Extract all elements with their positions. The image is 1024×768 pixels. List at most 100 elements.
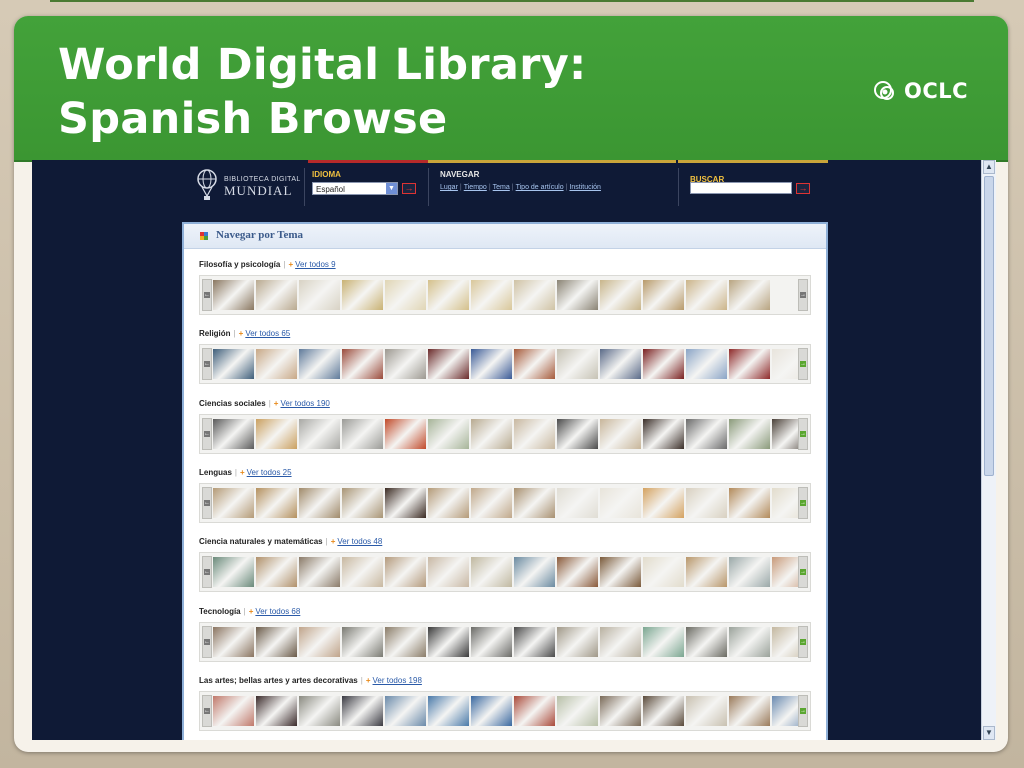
item-thumbnail[interactable] [643, 418, 684, 449]
item-thumbnail[interactable] [256, 280, 297, 310]
item-thumbnail[interactable] [600, 349, 641, 380]
item-thumbnail[interactable] [256, 487, 297, 518]
item-thumbnail[interactable] [514, 557, 555, 588]
item-thumbnail[interactable] [557, 695, 598, 726]
item-thumbnail[interactable] [686, 626, 727, 657]
item-thumbnail[interactable] [514, 695, 555, 726]
item-thumbnail[interactable] [471, 280, 512, 310]
item-thumbnail[interactable] [772, 418, 799, 449]
carousel-prev-button[interactable]: ← [202, 417, 212, 450]
carousel-prev-button[interactable]: ← [202, 694, 212, 727]
item-thumbnail[interactable] [299, 557, 340, 588]
item-thumbnail[interactable] [213, 557, 254, 588]
item-thumbnail[interactable] [471, 487, 512, 518]
item-thumbnail[interactable] [557, 626, 598, 657]
carousel-next-button[interactable]: → [798, 417, 808, 450]
item-thumbnail[interactable] [643, 557, 684, 588]
carousel-next-button[interactable]: → [798, 556, 808, 589]
item-thumbnail[interactable] [385, 418, 426, 449]
nav-link-institucion[interactable]: Institución [569, 184, 601, 191]
scrollbar-thumb[interactable] [984, 176, 994, 476]
wdl-logo[interactable]: BIBLIOTECA DIGITAL MUNDIAL [196, 168, 301, 202]
item-thumbnail[interactable] [385, 349, 426, 380]
language-go-button[interactable]: → [402, 183, 416, 194]
vertical-scrollbar[interactable]: ▲ ▼ [981, 160, 996, 740]
item-thumbnail[interactable] [428, 418, 469, 449]
item-thumbnail[interactable] [471, 626, 512, 657]
item-thumbnail[interactable] [686, 487, 727, 518]
item-thumbnail[interactable] [600, 626, 641, 657]
item-thumbnail[interactable] [385, 626, 426, 657]
ver-todos-link[interactable]: Ver todos 48 [337, 537, 382, 546]
item-thumbnail[interactable] [256, 418, 297, 449]
item-thumbnail[interactable] [213, 349, 254, 380]
item-thumbnail[interactable] [428, 487, 469, 518]
item-thumbnail[interactable] [729, 695, 770, 726]
item-thumbnail[interactable] [643, 695, 684, 726]
item-thumbnail[interactable] [600, 418, 641, 449]
item-thumbnail[interactable] [643, 349, 684, 380]
item-thumbnail[interactable] [643, 626, 684, 657]
item-thumbnail[interactable] [729, 557, 770, 588]
carousel-prev-button[interactable]: ← [202, 348, 212, 381]
item-thumbnail[interactable] [729, 349, 770, 380]
item-thumbnail[interactable] [213, 626, 254, 657]
ver-todos-link[interactable]: Ver todos 65 [245, 329, 290, 338]
item-thumbnail[interactable] [342, 626, 383, 657]
item-thumbnail[interactable] [299, 487, 340, 518]
item-thumbnail[interactable] [557, 557, 598, 588]
item-thumbnail[interactable] [213, 487, 254, 518]
item-thumbnail[interactable] [299, 418, 340, 449]
item-thumbnail[interactable] [256, 695, 297, 726]
item-thumbnail[interactable] [342, 418, 383, 449]
item-thumbnail[interactable] [256, 349, 297, 380]
item-thumbnail[interactable] [686, 695, 727, 726]
item-thumbnail[interactable] [686, 418, 727, 449]
item-thumbnail[interactable] [385, 695, 426, 726]
scroll-up-icon[interactable]: ▲ [983, 160, 995, 174]
item-thumbnail[interactable] [600, 557, 641, 588]
item-thumbnail[interactable] [471, 349, 512, 380]
item-thumbnail[interactable] [772, 557, 799, 588]
item-thumbnail[interactable] [385, 280, 426, 310]
item-thumbnail[interactable] [557, 418, 598, 449]
search-input[interactable] [690, 182, 792, 194]
item-thumbnail[interactable] [385, 557, 426, 588]
carousel-prev-button[interactable]: ← [202, 625, 212, 658]
item-thumbnail[interactable] [428, 349, 469, 380]
item-thumbnail[interactable] [342, 349, 383, 380]
search-go-button[interactable]: → [796, 183, 810, 194]
item-thumbnail[interactable] [471, 695, 512, 726]
item-thumbnail[interactable] [729, 487, 770, 518]
item-thumbnail[interactable] [471, 557, 512, 588]
item-thumbnail[interactable] [342, 280, 383, 310]
nav-link-lugar[interactable]: Lugar [440, 184, 458, 191]
item-thumbnail[interactable] [342, 557, 383, 588]
nav-link-tiempo[interactable]: Tiempo [464, 184, 487, 191]
item-thumbnail[interactable] [729, 418, 770, 449]
ver-todos-link[interactable]: Ver todos 9 [295, 260, 335, 269]
item-thumbnail[interactable] [514, 626, 555, 657]
item-thumbnail[interactable] [643, 487, 684, 518]
carousel-prev-button[interactable]: ← [202, 486, 212, 519]
nav-link-tema[interactable]: Tema [493, 184, 510, 191]
item-thumbnail[interactable] [557, 280, 598, 310]
item-thumbnail[interactable] [514, 418, 555, 449]
item-thumbnail[interactable] [557, 349, 598, 380]
language-select[interactable]: Español ▼ [312, 182, 398, 195]
item-thumbnail[interactable] [557, 487, 598, 518]
item-thumbnail[interactable] [342, 695, 383, 726]
carousel-next-button[interactable]: → [798, 486, 808, 519]
carousel-next-button[interactable]: → [798, 625, 808, 658]
item-thumbnail[interactable] [686, 349, 727, 380]
item-thumbnail[interactable] [600, 280, 641, 310]
carousel-next-button[interactable]: → [798, 279, 808, 311]
ver-todos-link[interactable]: Ver todos 68 [255, 607, 300, 616]
item-thumbnail[interactable] [772, 487, 799, 518]
ver-todos-link[interactable]: Ver todos 190 [280, 399, 329, 408]
nav-link-tipo[interactable]: Tipo de artículo [516, 184, 564, 191]
item-thumbnail[interactable] [514, 487, 555, 518]
item-thumbnail[interactable] [342, 487, 383, 518]
item-thumbnail[interactable] [385, 487, 426, 518]
item-thumbnail[interactable] [514, 280, 555, 310]
